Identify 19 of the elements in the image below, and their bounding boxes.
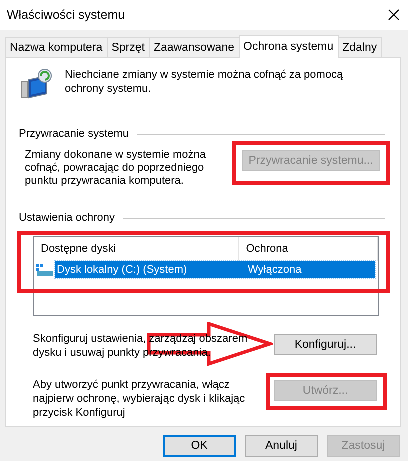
group-heading: Ustawienia ochrony — [19, 212, 115, 224]
drive-row[interactable]: Dysk lokalny (C:) (System) Wyłączona — [55, 261, 375, 278]
drive-list[interactable]: Dostępne dyski Ochrona Dysk lokalny (C:) (System) Wyłączona — [33, 236, 379, 316]
action-button[interactable]: OK — [163, 435, 236, 457]
tab[interactable]: Ochrona systemu — [238, 35, 339, 58]
action-button[interactable]: Anuluj — [245, 435, 318, 457]
tab[interactable]: Zdalny — [338, 37, 382, 57]
intro-text: Niechciane zmiany w systemie można cofnąć za pomocą ochrony systemu. — [65, 68, 344, 96]
window-title: Właściwości systemu — [7, 8, 126, 22]
close-icon[interactable] — [388, 9, 400, 21]
create-description: Aby utworzyć punkt przywracania, włącz najpierw ochronę, wybierając dysk i klikając przycisk Konfiguruj — [33, 378, 246, 420]
protection-status: Wyłączona — [247, 264, 302, 276]
drive-name: Dysk lokalny (C:) (System) — [56, 264, 188, 276]
restore-description: Zmiany dokonane w systemie można cofnąć, powracając do poprzedniego punktu przywracania komputera. — [25, 149, 207, 188]
group-heading: Przywracanie systemu — [19, 128, 130, 140]
drive-icon — [36, 264, 54, 276]
tab[interactable]: Nazwa komputera — [5, 37, 108, 57]
action-button[interactable]: Konfiguruj... — [274, 334, 377, 355]
monitor-icon — [21, 68, 53, 100]
